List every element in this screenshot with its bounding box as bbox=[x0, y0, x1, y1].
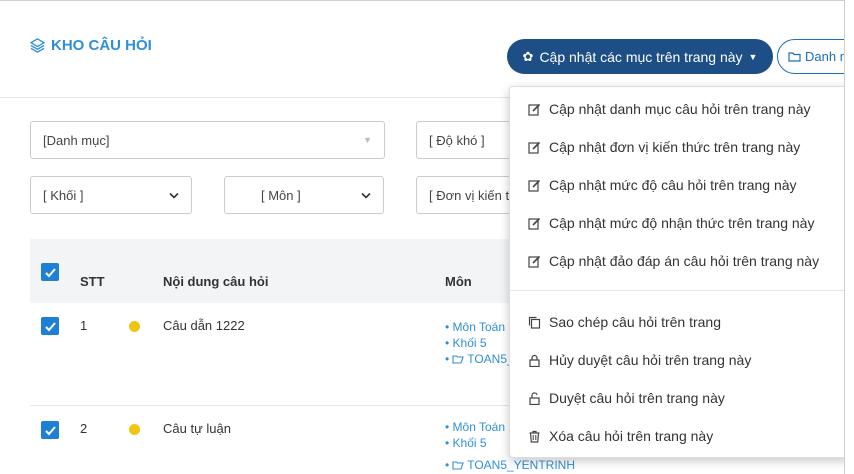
folder-icon bbox=[788, 51, 801, 62]
update-page-items-button[interactable]: ✿ Cập nhật các mục trên trang này ▼ bbox=[507, 39, 773, 74]
chevron-down-icon bbox=[361, 188, 371, 203]
menu-item-update-shuffle-answers[interactable]: Cập nhật đảo đáp án câu hỏi trên trang n… bbox=[510, 242, 844, 280]
difficulty-select-value: [ Độ khó ] bbox=[429, 132, 485, 148]
menu-divider bbox=[510, 290, 844, 291]
menu-item-label: Cập nhật mức độ câu hỏi trên trang này bbox=[549, 177, 797, 193]
edit-icon bbox=[528, 179, 541, 192]
menu-item-update-knowledge-unit[interactable]: Cập nhật đơn vị kiến thức trên trang này bbox=[510, 128, 844, 166]
menu-item-label: Duyệt câu hỏi trên trang này bbox=[549, 390, 725, 406]
chevron-down-icon bbox=[169, 188, 179, 203]
caret-down-icon: ▼ bbox=[748, 51, 758, 62]
menu-item-label: Sao chép câu hỏi trên trang bbox=[549, 314, 722, 330]
status-dot bbox=[129, 321, 140, 332]
lock-icon bbox=[528, 354, 541, 367]
row-folder[interactable]: • TOAN5_YENTRINH bbox=[445, 457, 575, 473]
column-header-subject: Môn bbox=[445, 274, 472, 289]
update-dropdown-menu: Cập nhật danh mục câu hỏi trên trang này… bbox=[509, 86, 844, 458]
category-button-label: Danh mục bbox=[805, 49, 844, 64]
status-dot bbox=[129, 424, 140, 435]
column-header-content: Nội dung câu hỏi bbox=[163, 274, 269, 289]
column-header-stt: STT bbox=[80, 274, 105, 289]
menu-item-approve-questions[interactable]: Duyệt câu hỏi trên trang này bbox=[510, 379, 844, 417]
grade-select-value: [ Khối ] bbox=[43, 187, 84, 203]
row-checkbox[interactable] bbox=[41, 317, 59, 335]
gear-icon: ✿ bbox=[522, 48, 534, 64]
row-stt: 2 bbox=[80, 421, 88, 436]
menu-item-unapprove-questions[interactable]: Hủy duyệt câu hỏi trên trang này bbox=[510, 341, 844, 379]
folder-icon bbox=[452, 354, 464, 364]
menu-item-label: Xóa câu hỏi trên trang này bbox=[549, 428, 714, 444]
edit-icon bbox=[528, 103, 541, 116]
row-checkbox[interactable] bbox=[41, 421, 59, 439]
row-grade: • Khối 5 bbox=[445, 336, 487, 350]
question-bank-panel: KHO CÂU HỎI ✿ Cập nhật các mục trên tran… bbox=[0, 0, 845, 474]
page-title: KHO CÂU HỎI bbox=[30, 37, 152, 54]
edit-icon bbox=[528, 217, 541, 230]
menu-item-update-category[interactable]: Cập nhật danh mục câu hỏi trên trang này bbox=[510, 90, 844, 128]
copy-icon bbox=[528, 316, 541, 329]
menu-item-copy-questions[interactable]: Sao chép câu hỏi trên trang bbox=[510, 303, 844, 341]
trash-icon bbox=[528, 430, 541, 443]
page-title-text: KHO CÂU HỎI bbox=[51, 37, 152, 54]
row-grade: • Khối 5 bbox=[445, 436, 487, 450]
row-stt: 1 bbox=[80, 318, 88, 333]
row-subject: • Môn Toán bbox=[445, 420, 506, 434]
subject-select[interactable]: [ Môn ] bbox=[224, 176, 384, 214]
category-button[interactable]: Danh mục bbox=[777, 39, 844, 74]
layers-icon bbox=[30, 38, 45, 53]
row-folder-label: TOAN5_YENTRINH bbox=[467, 458, 576, 472]
update-button-label: Cập nhật các mục trên trang này bbox=[539, 48, 743, 65]
menu-item-delete-questions[interactable]: Xóa câu hỏi trên trang này bbox=[510, 417, 844, 455]
subject-select-value: [ Môn ] bbox=[261, 187, 301, 203]
caret-down-icon: ▼ bbox=[363, 135, 372, 145]
select-all-checkbox[interactable] bbox=[41, 263, 59, 281]
menu-item-label: Cập nhật đơn vị kiến thức trên trang này bbox=[549, 139, 801, 155]
menu-item-label: Cập nhật danh mục câu hỏi trên trang này bbox=[549, 101, 811, 117]
edit-icon bbox=[528, 255, 541, 268]
category-select[interactable]: [Danh mục] ▼ bbox=[30, 121, 385, 159]
menu-item-label: Hủy duyệt câu hỏi trên trang này bbox=[549, 352, 752, 368]
menu-item-label: Cập nhật đảo đáp án câu hỏi trên trang n… bbox=[549, 253, 820, 269]
row-subject: • Môn Toán bbox=[445, 320, 506, 334]
edit-icon bbox=[528, 141, 541, 154]
menu-item-update-difficulty[interactable]: Cập nhật mức độ câu hỏi trên trang này bbox=[510, 166, 844, 204]
menu-item-label: Cập nhật mức độ nhận thức trên trang này bbox=[549, 215, 815, 231]
folder-icon bbox=[452, 460, 464, 470]
row-question-content[interactable]: Câu dẫn 1222 bbox=[163, 318, 245, 333]
row-question-content[interactable]: Câu tự luận bbox=[163, 421, 231, 436]
unlock-icon bbox=[528, 391, 541, 405]
category-select-value: [Danh mục] bbox=[43, 132, 110, 148]
grade-select[interactable]: [ Khối ] bbox=[30, 176, 192, 214]
menu-item-update-cognitive-level[interactable]: Cập nhật mức độ nhận thức trên trang này bbox=[510, 204, 844, 242]
